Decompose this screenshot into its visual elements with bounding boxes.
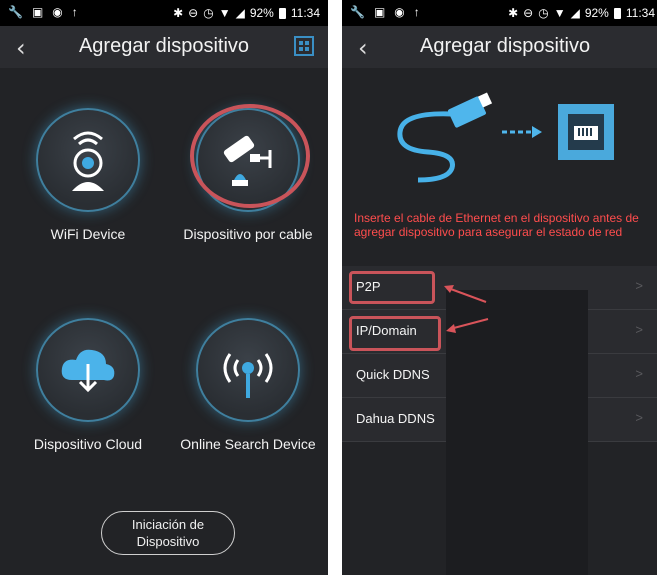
qr-scan-icon[interactable]	[294, 36, 314, 56]
init-button-line1: Iniciación de	[131, 517, 205, 532]
wifi-icon: ▼	[553, 6, 566, 20]
device-init-button[interactable]: Iniciación de Dispositivo	[101, 511, 235, 555]
option-label: WiFi Device	[50, 226, 126, 242]
clock: 11:34	[625, 6, 655, 20]
battery-level: 92%	[584, 6, 609, 20]
highlight-ring	[190, 104, 310, 208]
clock: 11:34	[290, 6, 320, 20]
battery-level: 92%	[249, 6, 274, 20]
shield-icon: ◉	[394, 5, 405, 19]
pointer-arrow-icon	[446, 318, 489, 333]
highlight-box-p2p	[349, 271, 435, 304]
wifi-device-option[interactable]: WiFi Device	[8, 108, 168, 242]
signal-icon: ↑	[71, 5, 78, 19]
chevron-right-icon: >	[635, 410, 643, 425]
ethernet-notice: Inserte el cable de Ethernet en el dispo…	[354, 211, 639, 239]
chevron-right-icon: >	[635, 278, 643, 293]
ethernet-illustration	[397, 92, 614, 183]
method-label: Dahua DDNS	[356, 411, 435, 426]
ethernet-cable-icon	[397, 92, 493, 183]
pointer-arrow-icon	[444, 285, 487, 303]
battery-icon	[613, 7, 621, 19]
option-label: Dispositivo Cloud	[33, 436, 143, 452]
wifi-camera-icon	[72, 131, 104, 191]
bluetooth-icon: ✱	[173, 6, 184, 20]
wrench-icon: 🔧	[350, 5, 365, 19]
battery-icon	[278, 7, 286, 19]
title-bar: ‹ Agregar dispositivo	[342, 26, 657, 68]
image-icon: ▣	[373, 5, 386, 19]
alarm-icon: ◷	[538, 6, 549, 20]
option-label: Dispositivo por cable	[183, 226, 313, 242]
back-icon[interactable]: ‹	[358, 34, 368, 62]
chevron-right-icon: >	[635, 366, 643, 381]
method-label: Quick DDNS	[356, 367, 430, 382]
ethernet-port-icon	[558, 104, 614, 160]
highlight-box-ip-domain	[349, 316, 441, 351]
dnd-icon: ⊖	[523, 6, 534, 20]
broadcast-search-icon	[223, 353, 273, 398]
status-bar: 🔧 ▣ ◉ ↑ ✱ ⊖ ◷ ▼ ◢ 92% 11:34	[0, 0, 328, 26]
page-title: Agregar dispositivo	[78, 35, 250, 57]
status-bar: 🔧 ▣ ◉ ↑ ✱ ⊖ ◷ ▼ ◢ 92% 11:34	[342, 0, 657, 26]
chevron-right-icon: >	[635, 322, 643, 337]
dnd-icon: ⊖	[188, 6, 199, 20]
cloud-device-option[interactable]: Dispositivo Cloud	[8, 318, 168, 452]
init-button-line2: Dispositivo	[136, 534, 200, 549]
cell-signal-icon: ◢	[570, 6, 580, 20]
cloud-download-icon	[61, 349, 115, 393]
dashed-arrow-icon	[502, 126, 542, 138]
image-icon: ▣	[31, 5, 44, 19]
bluetooth-icon: ✱	[508, 6, 519, 20]
online-search-option[interactable]: Online Search Device	[168, 318, 328, 452]
signal-icon: ↑	[413, 5, 420, 19]
option-label: Online Search Device	[180, 436, 316, 452]
right-screen: 🔧 ▣ ◉ ↑ ✱ ⊖ ◷ ▼ ◢ 92% 11:34 ‹ Agregar di…	[342, 0, 657, 575]
cell-signal-icon: ◢	[235, 6, 245, 20]
alarm-icon: ◷	[203, 6, 214, 20]
left-screen: 🔧 ▣ ◉ ↑ ✱ ⊖ ◷ ▼ ◢ 92% 11:34 ‹ Agregar di…	[0, 0, 328, 575]
wrench-icon: 🔧	[8, 5, 23, 19]
title-bar: ‹ Agregar dispositivo	[0, 26, 328, 68]
wifi-icon: ▼	[218, 6, 231, 20]
page-title: Agregar dispositivo	[420, 35, 591, 57]
shield-icon: ◉	[52, 5, 63, 19]
